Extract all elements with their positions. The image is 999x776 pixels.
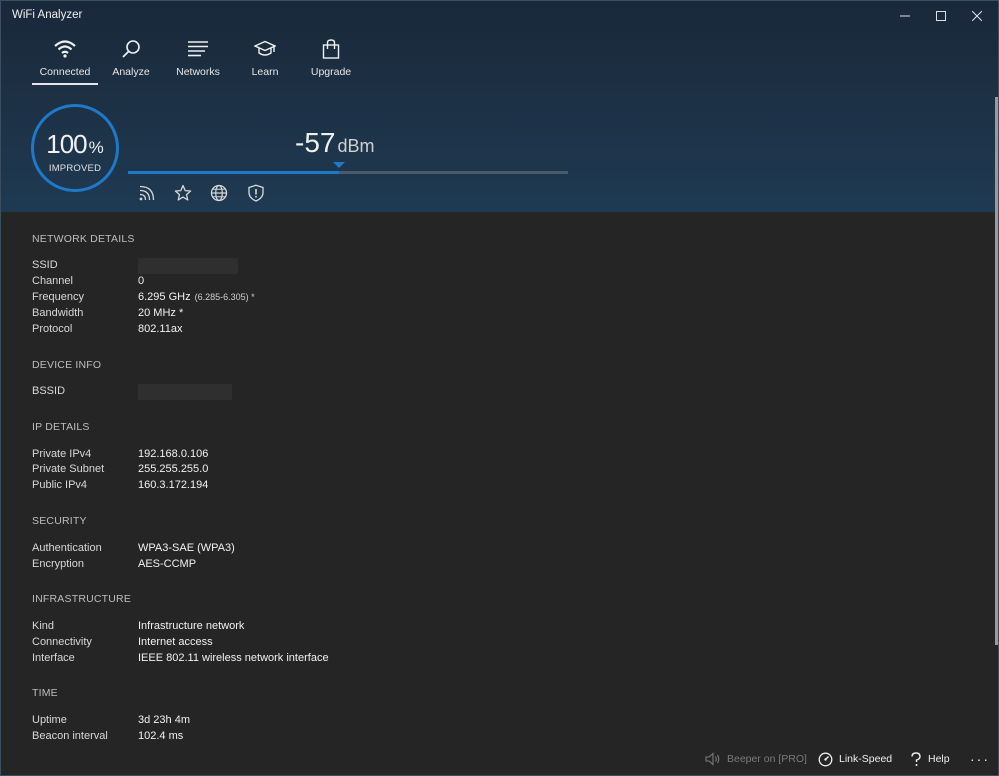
connectivity-label: Connectivity <box>32 636 92 648</box>
protocol-label: Protocol <box>32 323 73 335</box>
signal-percent-value: 100 <box>46 129 87 159</box>
question-mark-icon <box>911 751 921 766</box>
kind-label: Kind <box>32 620 55 632</box>
public-ipv4-label: Public IPv4 <box>32 479 88 491</box>
connectivity-value: Internet access <box>138 636 213 648</box>
help-label: Help <box>928 753 950 765</box>
tab-networks-label: Networks <box>176 66 220 78</box>
signal-percent-unit: % <box>88 138 104 157</box>
signal-percent: 100% <box>34 129 116 160</box>
globe-icon[interactable] <box>209 183 229 203</box>
private-subnet-value: 255.255.255.0 <box>138 463 209 475</box>
link-speed-button[interactable]: Link-Speed <box>818 746 892 772</box>
tab-learn-label: Learn <box>251 66 279 78</box>
signal-bar <box>128 162 568 174</box>
list-icon <box>188 38 208 60</box>
tab-analyze-label: Analyze <box>112 66 150 78</box>
section-time-title: TIME <box>32 687 58 699</box>
wifi-icon <box>54 38 76 60</box>
shield-icon[interactable] <box>246 183 266 203</box>
tab-connected-label: Connected <box>39 66 91 78</box>
channel-label: Channel <box>32 275 73 287</box>
minimize-icon <box>900 15 910 17</box>
ssid-value-redacted <box>138 258 238 274</box>
section-security-title: SECURITY <box>32 515 87 527</box>
dbm-unit: dBm <box>337 136 375 156</box>
dbm-value: -57 <box>295 127 336 158</box>
signal-bar-marker <box>333 162 345 168</box>
tab-upgrade[interactable]: Upgrade <box>297 35 365 85</box>
ssid-label: SSID <box>32 259 58 271</box>
maximize-icon <box>936 11 946 21</box>
header: WiFi Analyzer Connected Analyze Networks… <box>1 1 998 212</box>
scrollbar[interactable] <box>995 97 998 645</box>
help-button[interactable]: Help <box>910 746 950 772</box>
app-window: WiFi Analyzer Connected Analyze Networks… <box>0 0 999 776</box>
channel-value: 0 <box>138 275 145 287</box>
public-ipv4-value: 160.3.172.194 <box>138 479 209 491</box>
title-bar: WiFi Analyzer <box>1 1 998 31</box>
search-icon <box>121 38 141 60</box>
section-ip-details-title: IP DETAILS <box>32 421 90 433</box>
close-icon <box>972 11 982 21</box>
bandwidth-label: Bandwidth <box>32 307 84 319</box>
frequency-value: 6.295 GHz (6.285-6.305) * <box>138 291 255 303</box>
signal-status: IMPROVED <box>48 163 102 174</box>
tab-learn[interactable]: Learn <box>231 35 299 85</box>
section-network-details-title: NETWORK DETAILS <box>32 233 135 245</box>
protocol-value: 802.11ax <box>138 323 183 335</box>
authentication-label: Authentication <box>32 542 102 554</box>
more-options-button[interactable]: ··· <box>970 746 990 772</box>
interface-value: IEEE 802.11 wireless network interface <box>138 652 329 664</box>
section-device-info-title: DEVICE INFO <box>32 359 102 371</box>
encryption-label: Encryption <box>32 558 84 570</box>
beeper-button[interactable]: Beeper on [PRO] <box>705 746 807 772</box>
tab-upgrade-label: Upgrade <box>310 66 352 78</box>
uptime-label: Uptime <box>32 714 67 726</box>
private-ipv4-label: Private IPv4 <box>32 448 92 460</box>
frequency-main: 6.295 GHz <box>138 291 191 303</box>
interface-label: Interface <box>32 652 75 664</box>
signal-strength-gauge: 100% IMPROVED <box>31 104 119 192</box>
tab-analyze[interactable]: Analyze <box>97 35 165 85</box>
beeper-label: Beeper on [PRO] <box>727 753 807 765</box>
frequency-label: Frequency <box>32 291 84 303</box>
signal-bar-fill <box>128 171 339 174</box>
signal-icon[interactable] <box>137 183 157 203</box>
tab-networks[interactable]: Networks <box>164 35 232 85</box>
speedometer-icon <box>818 752 833 766</box>
speaker-icon <box>705 752 720 766</box>
private-subnet-label: Private Subnet <box>32 463 105 475</box>
star-icon[interactable] <box>173 183 193 203</box>
uptime-value: 3d 23h 4m <box>138 714 190 726</box>
beacon-interval-value: 102.4 ms <box>138 730 184 742</box>
bandwidth-value: 20 MHz * <box>138 307 184 319</box>
close-button[interactable] <box>954 1 998 31</box>
beacon-interval-label: Beacon interval <box>32 730 108 742</box>
authentication-value: WPA3-SAE (WPA3) <box>138 542 235 554</box>
bssid-value-redacted <box>138 384 232 400</box>
shopping-bag-icon <box>322 38 340 60</box>
signal-dbm: -57 dBm <box>295 127 374 159</box>
link-speed-label: Link-Speed <box>839 753 893 765</box>
bssid-label: BSSID <box>32 385 66 397</box>
encryption-value: AES-CCMP <box>138 558 197 570</box>
tab-connected[interactable]: Connected <box>31 35 99 85</box>
frequency-range: (6.285-6.305) * <box>194 292 255 302</box>
section-infrastructure-title: INFRASTRUCTURE <box>32 593 132 605</box>
private-ipv4-value: 192.168.0.106 <box>138 448 209 460</box>
graduation-cap-icon <box>254 38 276 60</box>
kind-value: Infrastructure network <box>138 620 245 632</box>
bottom-command-bar: Beeper on [PRO] Link-Speed Help ··· <box>1 746 998 772</box>
app-title: WiFi Analyzer <box>12 9 83 21</box>
